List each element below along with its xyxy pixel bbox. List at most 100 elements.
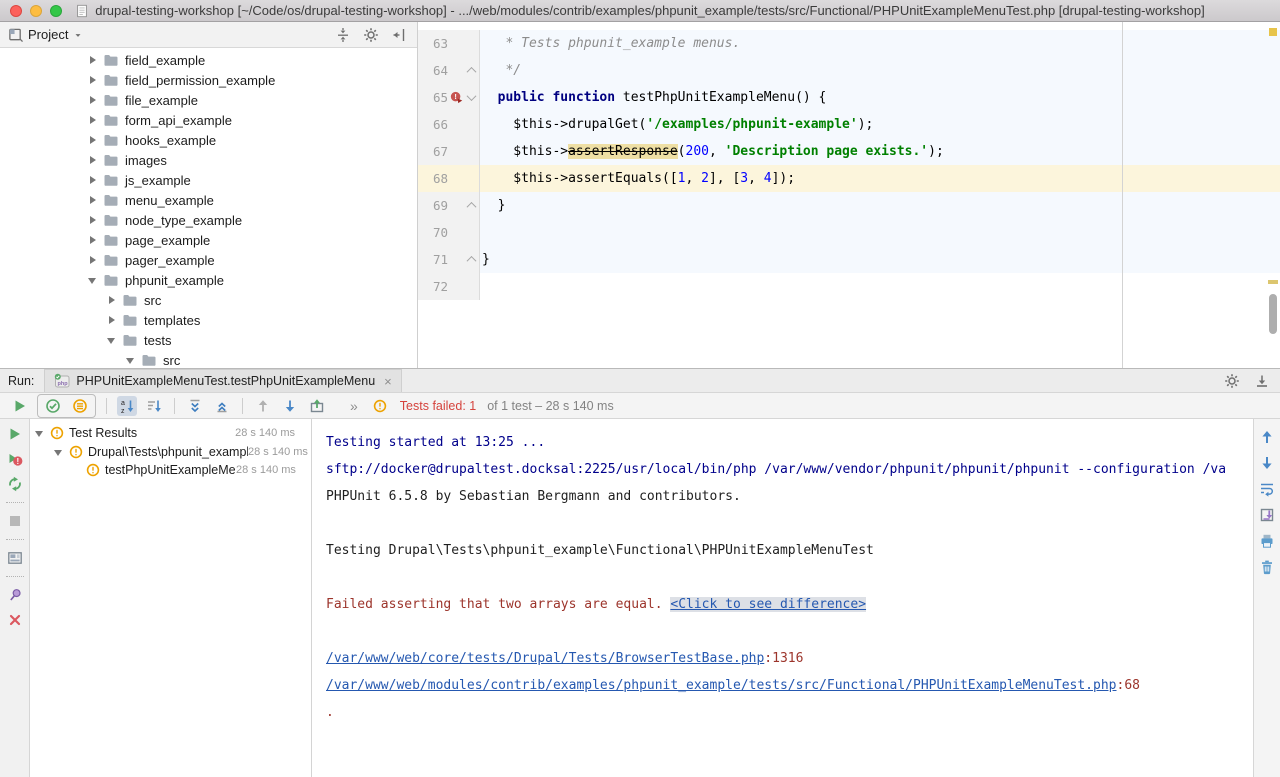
tree-item-file_example[interactable]: file_example [0, 90, 417, 110]
run-tab[interactable]: php PHPUnitExampleMenuTest.testPhpUnitEx… [44, 369, 401, 392]
expand-all-icon[interactable] [185, 396, 205, 416]
collapse-arrow-icon[interactable] [54, 447, 64, 457]
code-text[interactable] [480, 273, 1280, 300]
sort-duration-icon[interactable] [144, 396, 164, 416]
code-editor[interactable]: 63 * Tests phpunit_example menus.64 */65… [418, 22, 1280, 368]
restore-layout-icon[interactable] [7, 550, 23, 566]
code-line-70[interactable]: 70 [418, 219, 1280, 246]
file-status-indicator[interactable] [1269, 28, 1277, 36]
editor-scrollbar-thumb[interactable] [1269, 294, 1277, 334]
fold-marker-icon[interactable] [467, 256, 477, 266]
code-text[interactable]: $this->drupalGet('/examples/phpunit-exam… [480, 111, 1280, 138]
hide-bottom-icon[interactable] [1254, 373, 1270, 389]
fold-marker-icon[interactable] [467, 202, 477, 212]
tree-item-form_api_example[interactable]: form_api_example [0, 110, 417, 130]
soft-wrap-icon[interactable] [1259, 481, 1275, 497]
export-test-results-icon[interactable] [307, 396, 327, 416]
show-ignored-icon[interactable] [70, 396, 90, 416]
test-tree-item[interactable]: Test Results28 s 140 ms [30, 424, 311, 443]
expand-arrow-icon[interactable] [88, 95, 98, 105]
collapse-arrow-icon[interactable] [126, 355, 136, 365]
test-tree-item[interactable]: testPhpUnitExampleMenu28 s 140 ms [30, 461, 311, 480]
sort-alpha-icon[interactable]: az [117, 396, 137, 416]
expand-arrow-icon[interactable] [88, 135, 98, 145]
test-results-tree[interactable]: Test Results28 s 140 msDrupal\Tests\phpu… [30, 419, 312, 777]
clear-all-icon[interactable] [1259, 559, 1275, 575]
expand-arrow-icon[interactable] [88, 75, 98, 85]
failed-test-run-icon[interactable]: ! [448, 91, 465, 105]
code-text[interactable] [480, 219, 1280, 246]
collapse-arrow-icon[interactable] [35, 428, 45, 438]
code-line-68[interactable]: 68 $this->assertEquals([1, 2], [3, 4]); [418, 165, 1280, 192]
code-text[interactable]: */ [480, 57, 1280, 84]
expand-arrow-icon[interactable] [88, 55, 98, 65]
rerun-icon[interactable] [10, 396, 30, 416]
project-tree[interactable]: field_examplefield_permission_examplefil… [0, 48, 417, 368]
expand-arrow-icon[interactable] [88, 155, 98, 165]
expand-arrow-icon[interactable] [107, 315, 117, 325]
expand-arrow-icon[interactable] [88, 175, 98, 185]
prev-occurrence-icon[interactable] [253, 396, 273, 416]
expand-arrow-icon[interactable] [88, 255, 98, 265]
collapse-arrow-icon[interactable] [107, 335, 117, 345]
tree-item-templates[interactable]: templates [0, 310, 417, 330]
gear-icon[interactable] [1224, 373, 1240, 389]
hide-panel-icon[interactable] [391, 27, 407, 43]
minimize-window-button[interactable] [30, 5, 42, 17]
up-stack-icon[interactable] [1259, 429, 1275, 445]
code-text[interactable]: public function testPhpUnitExampleMenu()… [480, 84, 1280, 111]
tree-item-js_example[interactable]: js_example [0, 170, 417, 190]
tree-item-page_example[interactable]: page_example [0, 230, 417, 250]
expand-arrow-icon[interactable] [88, 215, 98, 225]
code-text[interactable]: $this->assertEquals([1, 2], [3, 4]); [480, 165, 1280, 192]
code-line-63[interactable]: 63 * Tests phpunit_example menus. [418, 30, 1280, 57]
stack-trace-link[interactable]: /var/www/web/core/tests/Drupal/Tests/Bro… [326, 651, 764, 666]
expand-arrow-icon[interactable] [88, 115, 98, 125]
code-text[interactable]: * Tests phpunit_example menus. [480, 30, 1280, 57]
code-line-72[interactable]: 72 [418, 273, 1280, 300]
rerun-failed-icon[interactable]: ! [7, 451, 23, 467]
code-line-67[interactable]: 67 $this->assertResponse(200, 'Descripti… [418, 138, 1280, 165]
pin-icon[interactable] [7, 587, 23, 603]
tree-item-field_permission_example[interactable]: field_permission_example [0, 70, 417, 90]
warning-stripe-mark[interactable] [1268, 280, 1278, 284]
tree-item-src[interactable]: src [0, 290, 417, 310]
show-passed-icon[interactable] [43, 396, 63, 416]
down-stack-icon[interactable] [1259, 455, 1275, 471]
code-line-65[interactable]: 65! public function testPhpUnitExampleMe… [418, 84, 1280, 111]
tree-item-pager_example[interactable]: pager_example [0, 250, 417, 270]
close-window-button[interactable] [10, 5, 22, 17]
scroll-end-icon[interactable] [1259, 507, 1275, 523]
stop-icon[interactable] [7, 513, 23, 529]
rerun-icon[interactable] [7, 426, 23, 442]
code-text[interactable]: } [480, 246, 1280, 273]
test-tree-item[interactable]: Drupal\Tests\phpunit_example\Functional\… [30, 443, 311, 462]
tree-item-menu_example[interactable]: menu_example [0, 190, 417, 210]
close-tab-icon[interactable]: × [384, 374, 392, 389]
more-actions-chevrons[interactable]: » [350, 398, 358, 414]
next-occurrence-icon[interactable] [280, 396, 300, 416]
tree-item-tests[interactable]: tests [0, 330, 417, 350]
fold-marker-icon[interactable] [467, 91, 477, 101]
tree-item-node_type_example[interactable]: node_type_example [0, 210, 417, 230]
code-line-64[interactable]: 64 */ [418, 57, 1280, 84]
expand-arrow-icon[interactable] [107, 295, 117, 305]
tree-item-src[interactable]: src [0, 350, 417, 368]
stack-trace-link[interactable]: /var/www/web/modules/contrib/examples/ph… [326, 678, 1117, 693]
fold-marker-icon[interactable] [467, 67, 477, 77]
code-line-71[interactable]: 71} [418, 246, 1280, 273]
see-difference-link[interactable]: <Click to see difference> [670, 597, 866, 612]
code-line-66[interactable]: 66 $this->drupalGet('/examples/phpunit-e… [418, 111, 1280, 138]
tree-item-images[interactable]: images [0, 150, 417, 170]
zoom-window-button[interactable] [50, 5, 62, 17]
collapse-arrow-icon[interactable] [88, 275, 98, 285]
tree-item-hooks_example[interactable]: hooks_example [0, 130, 417, 150]
code-line-69[interactable]: 69 } [418, 192, 1280, 219]
toggle-auto-test-icon[interactable] [7, 476, 23, 492]
select-opened-file-icon[interactable] [335, 27, 351, 43]
print-icon[interactable] [1259, 533, 1275, 549]
chevron-down-icon[interactable] [73, 30, 83, 40]
expand-arrow-icon[interactable] [88, 235, 98, 245]
expand-arrow-icon[interactable] [88, 195, 98, 205]
test-console-output[interactable]: Testing started at 13:25 ...sftp://docke… [312, 419, 1253, 777]
